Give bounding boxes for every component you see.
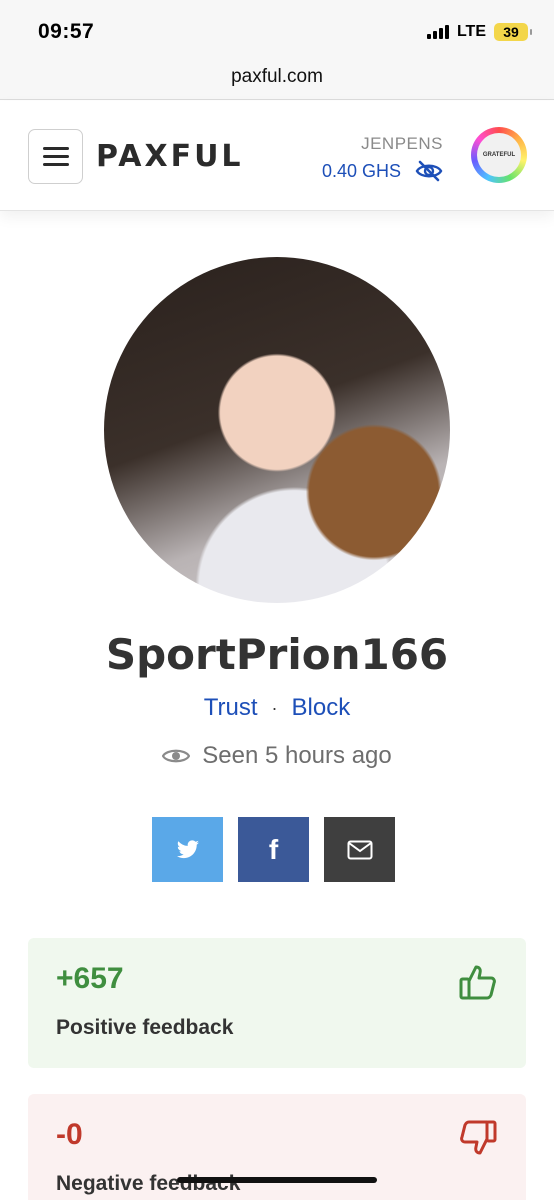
status-indicators: LTE 39 [426, 23, 532, 41]
thumbs-down-icon [460, 1120, 497, 1155]
profile-photo [104, 257, 450, 603]
site-header: PAXFUL JENPENS 0.40 GHS GRATEFUL [0, 101, 554, 211]
positive-feedback-count: +657 [56, 962, 124, 995]
positive-feedback-label: Positive feedback [56, 1016, 234, 1039]
last-seen: Seen 5 hours ago [0, 742, 554, 770]
separator-dot: · [271, 697, 278, 718]
paxful-logo[interactable]: PAXFUL [96, 139, 244, 174]
user-avatar[interactable]: GRATEFUL [471, 127, 527, 183]
battery-icon: 39 [494, 23, 532, 41]
positive-feedback-card[interactable]: +657 Positive feedback [28, 938, 526, 1068]
menu-icon-line [42, 147, 69, 150]
avatar-text: GRATEFUL [477, 133, 521, 177]
home-indicator [177, 1177, 377, 1183]
twitter-icon [176, 839, 199, 858]
account-name: JENPENS [361, 134, 443, 153]
mail-icon [347, 840, 372, 859]
email-share-button[interactable] [324, 817, 395, 882]
profile-username: SportPrion166 [105, 630, 449, 679]
trust-link[interactable]: Trust [204, 694, 258, 722]
negative-feedback-card[interactable]: -0 Negative feedback [28, 1094, 526, 1200]
network-type: LTE [456, 23, 486, 40]
account-balance: 0.40 GHS [321, 160, 401, 181]
eye-icon [162, 749, 191, 763]
hamburger-menu-button[interactable] [28, 129, 83, 184]
thumbs-up-icon [459, 965, 496, 1000]
profile-actions: Trust · Block [0, 694, 554, 722]
status-time: 09:57 [38, 20, 95, 43]
negative-feedback-label: Negative feedback [56, 1172, 241, 1195]
seen-text: Seen 5 hours ago [202, 742, 392, 769]
signal-icon [426, 25, 449, 39]
url-text[interactable]: paxful.com [231, 66, 323, 87]
menu-icon-line [42, 163, 69, 166]
facebook-share-button[interactable]: f [238, 817, 309, 882]
twitter-share-button[interactable] [152, 817, 223, 882]
facebook-icon: f [268, 833, 279, 865]
share-buttons: f [152, 817, 395, 882]
status-bar: 09:57 LTE 39 [0, 0, 554, 60]
address-bar[interactable]: paxful.com [0, 60, 554, 100]
account-summary[interactable]: JENPENS 0.40 GHS [322, 134, 443, 182]
negative-feedback-count: -0 [56, 1118, 83, 1151]
block-link[interactable]: Block [292, 694, 351, 722]
eye-off-icon[interactable] [415, 160, 443, 182]
menu-icon-line [42, 155, 69, 158]
